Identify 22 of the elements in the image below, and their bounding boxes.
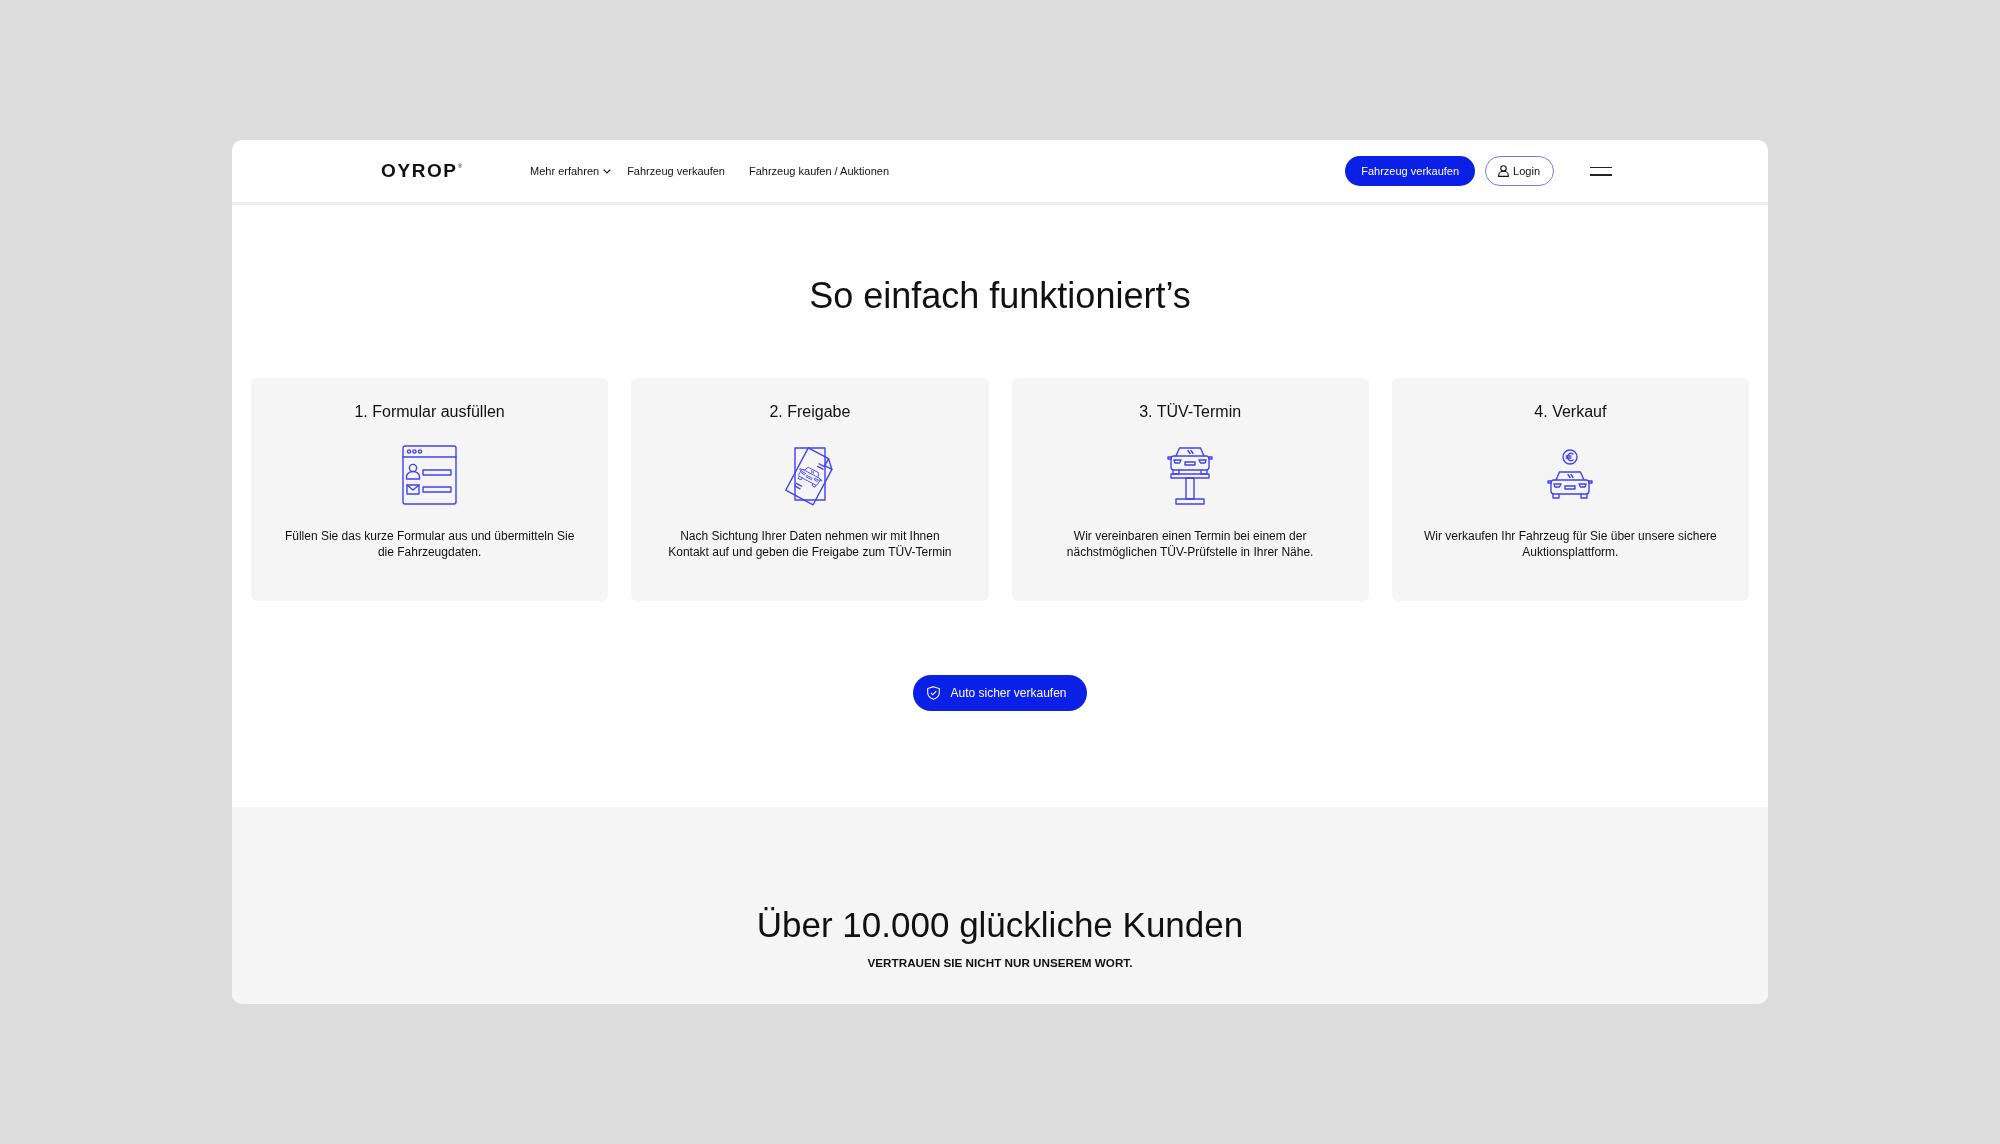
nav-link[interactable]: Fahrzeug verkaufen bbox=[627, 165, 725, 177]
step-title: 1. Formular ausfüllen bbox=[354, 402, 505, 422]
section-title: So einfach funktioniert’s bbox=[809, 274, 1191, 318]
nav-link[interactable]: Mehr erfahren bbox=[530, 165, 612, 177]
step-description: Nach Sichtung Ihrer Daten nehmen wir mit Ihnen Kontakt auf und geben die Freigabe zum TÜV-Termin bbox=[667, 528, 953, 560]
step-title: 4. Verkauf bbox=[1534, 402, 1607, 422]
sell-vehicle-button[interactable]: Fahrzeug verkaufen bbox=[1345, 156, 1476, 186]
section-subtitle: VERTRAUEN SIE NICHT NUR UNSEREM WORT. bbox=[867, 956, 1133, 970]
step-title: 2. Freigabe bbox=[769, 402, 851, 422]
user-icon bbox=[1498, 165, 1510, 177]
step-description: Wir vereinbaren einen Termin bei einem der nächstmöglichen TÜV-Prüfstelle in Ihrer Nähe. bbox=[1065, 528, 1315, 560]
step-description: Füllen Sie das kurze Formular aus und übermitteln Sie die Fahrzeugdaten. bbox=[283, 528, 576, 560]
step-description: Wir verkaufen Ihr Fahrzeug für Sie über unsere sichere Auktionsplattform. bbox=[1422, 528, 1718, 560]
menu-icon[interactable] bbox=[1590, 166, 1612, 176]
login-button[interactable]: Login bbox=[1485, 156, 1554, 186]
shield-check-icon bbox=[927, 686, 941, 700]
section-title: Über 10.000 glückliche Kunden bbox=[756, 904, 1244, 946]
logo[interactable]: OYROP$^{®}$ bbox=[381, 160, 463, 182]
sell-car-button[interactable]: Auto sicher verkaufen bbox=[913, 675, 1087, 711]
step-title: 3. TÜV-Termin bbox=[1139, 402, 1242, 422]
nav-link[interactable]: Fahrzeug kaufen / Auktionen bbox=[749, 165, 890, 177]
web-form-icon bbox=[402, 445, 458, 505]
